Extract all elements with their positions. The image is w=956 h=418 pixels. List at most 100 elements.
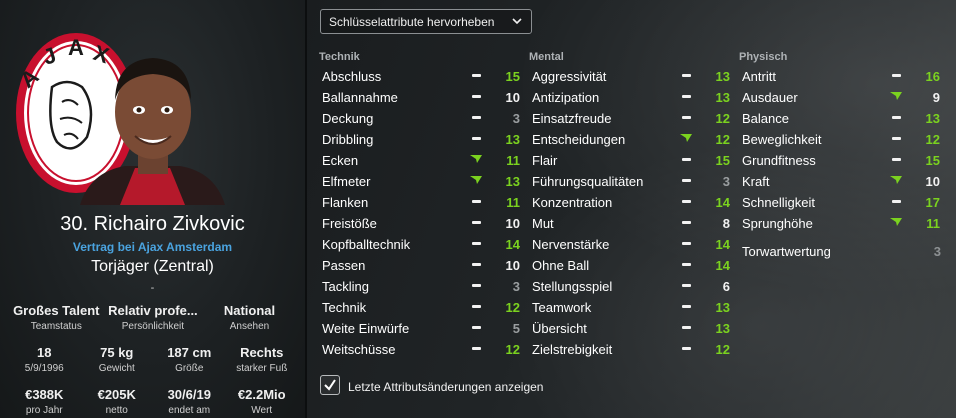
attribute-name: Ecken — [322, 153, 359, 168]
attribute-name: Abschluss — [322, 69, 382, 84]
attribute-value: 12 — [715, 111, 730, 126]
dropdown-label: Schlüsselattribute hervorheben — [329, 15, 495, 29]
trend-flat-icon — [892, 74, 901, 77]
attribute-row[interactable]: Abschluss 15 — [319, 65, 524, 86]
attribute-name: Ohne Ball — [532, 258, 590, 273]
trend-up-arrow-icon — [470, 176, 482, 184]
goalkeeper-rating-row[interactable]: Torwartwertung 3 — [739, 240, 943, 261]
attribute-name: Übersicht — [532, 321, 587, 336]
player-info-grid: Großes Talent Teamstatus Relativ profe..… — [8, 303, 298, 418]
trend-flat-icon — [892, 116, 901, 119]
attribute-value: 12 — [505, 300, 520, 315]
info-row: Großes Talent Teamstatus Relativ profe..… — [8, 303, 298, 345]
attribute-row[interactable]: Kraft 10 — [739, 170, 944, 191]
info-label: pro Jahr — [25, 405, 63, 416]
attribute-row[interactable]: Weite Einwürfe 5 — [319, 317, 524, 338]
info-cell-wage: €388K pro Jahr — [8, 387, 81, 418]
trend-up-arrow-icon — [680, 134, 692, 142]
attribute-row[interactable]: Passen 10 — [319, 254, 524, 275]
attribute-row[interactable]: Weitschüsse 12 — [319, 338, 524, 359]
attribute-value: 10 — [505, 90, 520, 105]
show-changes-label[interactable]: Letzte Attributsänderungen anzeigen — [348, 380, 543, 394]
attribute-row[interactable]: Ecken 11 — [319, 149, 524, 170]
attribute-value: 5 — [512, 321, 520, 336]
attribute-name: Sprunghöhe — [742, 216, 813, 231]
attribute-row[interactable]: Entscheidungen 12 — [529, 128, 734, 149]
attribute-row[interactable]: Aggressivität 13 — [529, 65, 734, 86]
attribute-value: 12 — [715, 132, 730, 147]
attribute-name: Teamwork — [532, 300, 592, 315]
trend-flat-icon — [472, 347, 481, 350]
trend-flat-icon — [682, 305, 691, 308]
show-changes-checkbox[interactable] — [320, 375, 340, 395]
attribute-row[interactable]: Zielstrebigkeit 12 — [529, 338, 734, 359]
highlight-attributes-dropdown[interactable]: Schlüsselattribute hervorheben — [320, 9, 532, 34]
attribute-value: 13 — [925, 111, 940, 126]
attribute-value: 3 — [512, 111, 520, 126]
trend-flat-icon — [682, 95, 691, 98]
attribute-row[interactable]: Ausdauer 9 — [739, 86, 944, 107]
attribute-row[interactable]: Beweglichkeit 12 — [739, 128, 944, 149]
attribute-row[interactable]: Ohne Ball 14 — [529, 254, 734, 275]
attribute-row[interactable]: Flanken 11 — [319, 191, 524, 212]
info-label: Wert — [251, 405, 273, 416]
attribute-row[interactable]: Mut 8 — [529, 212, 734, 233]
trend-flat-icon — [472, 200, 481, 203]
attribute-row[interactable]: Ballannahme 10 — [319, 86, 524, 107]
attribute-value: 15 — [925, 153, 940, 168]
info-value: Großes Talent — [13, 303, 100, 318]
attribute-value: 11 — [506, 153, 520, 168]
attribute-row[interactable]: Übersicht 13 — [529, 317, 734, 338]
attribute-row[interactable]: Technik 12 — [319, 296, 524, 317]
attribute-name: Weitschüsse — [322, 342, 396, 357]
attribute-row[interactable]: Teamwork 13 — [529, 296, 734, 317]
attribute-row[interactable]: Sprunghöhe 11 — [739, 212, 944, 233]
attribute-row[interactable]: Stellungsspiel 6 — [529, 275, 734, 296]
info-label: netto — [105, 405, 128, 416]
attribute-name: Flair — [532, 153, 558, 168]
attribute-value: 12 — [715, 342, 730, 357]
attribute-row[interactable]: Nervenstärke 14 — [529, 233, 734, 254]
attribute-name: Weite Einwürfe — [322, 321, 410, 336]
attribute-name: Entscheidungen — [532, 132, 626, 147]
attribute-value: 12 — [505, 342, 520, 357]
attribute-row[interactable]: Elfmeter 13 — [319, 170, 524, 191]
info-cell-net: €205K netto — [81, 387, 154, 418]
info-value: 75 kg — [100, 345, 134, 360]
attribute-row[interactable]: Deckung 3 — [319, 107, 524, 128]
contract-link[interactable]: Vertrag bei Ajax Amsterdam — [0, 240, 305, 254]
attribute-name: Flanken — [322, 195, 369, 210]
attribute-row[interactable]: Konzentration 14 — [529, 191, 734, 212]
attribute-row[interactable]: Einsatzfreude 12 — [529, 107, 734, 128]
info-cell-foot: Rechts starker Fuß — [226, 345, 299, 387]
attribute-row[interactable]: Kopfballtechnik 14 — [319, 233, 524, 254]
attribute-name: Nervenstärke — [532, 237, 610, 252]
trend-flat-icon — [472, 263, 481, 266]
info-row: €388K pro Jahr €205K netto 30/6/19 endet… — [8, 387, 298, 418]
attribute-row[interactable]: Grundfitness 15 — [739, 149, 944, 170]
attribute-name: Antritt — [742, 69, 776, 84]
info-value: €388K — [25, 387, 64, 402]
player-portrait — [80, 58, 225, 205]
info-cell-contract-end: 30/6/19 endet am — [153, 387, 226, 418]
player-name: 30. Richairo Zivkovic — [60, 213, 245, 235]
attribute-row[interactable]: Schnelligkeit 17 — [739, 191, 944, 212]
trend-flat-icon — [472, 74, 481, 77]
trend-flat-icon — [472, 95, 481, 98]
goalkeeper-rating-value: 3 — [933, 244, 941, 259]
attribute-name: Deckung — [322, 111, 374, 126]
attribute-row[interactable]: Dribbling 13 — [319, 128, 524, 149]
attribute-value: 14 — [715, 195, 730, 210]
attribute-row[interactable]: Antizipation 13 — [529, 86, 734, 107]
attribute-name: Freistöße — [322, 216, 377, 231]
trend-flat-icon — [682, 221, 691, 224]
trend-flat-icon — [472, 116, 481, 119]
attribute-row[interactable]: Flair 15 — [529, 149, 734, 170]
trend-up-arrow-icon — [470, 155, 482, 163]
attribute-row[interactable]: Freistöße 10 — [319, 212, 524, 233]
attribute-row[interactable]: Führungsqualitäten 3 — [529, 170, 734, 191]
attribute-row[interactable]: Antritt 16 — [739, 65, 944, 86]
trend-flat-icon — [472, 284, 481, 287]
attribute-row[interactable]: Tackling 3 — [319, 275, 524, 296]
attribute-row[interactable]: Balance 13 — [739, 107, 944, 128]
